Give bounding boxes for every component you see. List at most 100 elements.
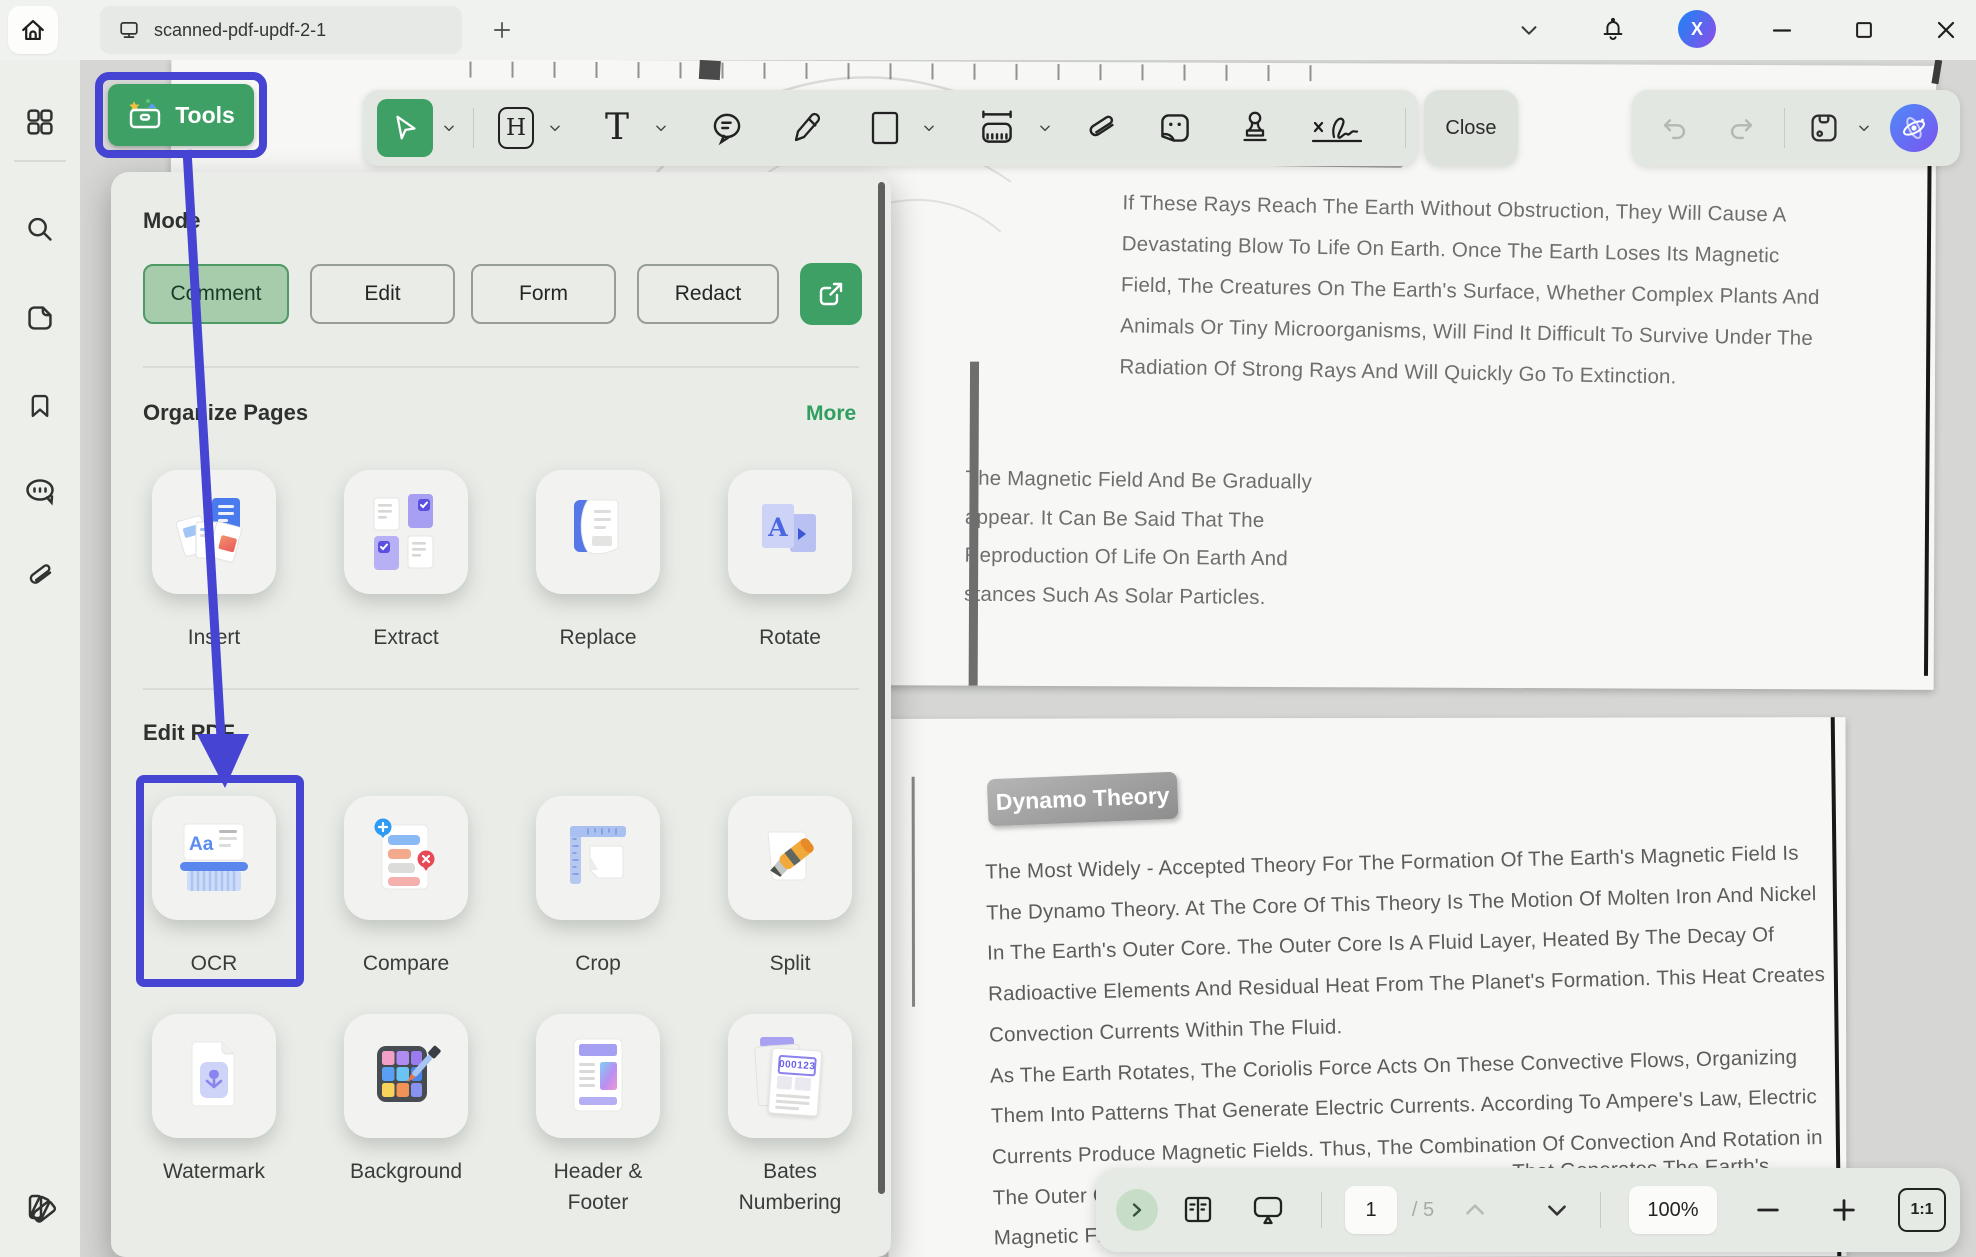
insert-tile[interactable] [152,470,276,594]
rotate-tile[interactable]: A [728,470,852,594]
minimize-button[interactable] [1764,14,1800,46]
highlight-tool-button[interactable]: H [493,90,539,166]
page-layout-button[interactable] [1174,1168,1222,1252]
mode-edit-label: Edit [364,282,400,306]
save-button[interactable] [1800,90,1848,166]
tab-title: scanned-pdf-updf-2-1 [154,20,326,41]
bates-numbering-tile[interactable]: 000123 [728,1014,852,1138]
document-tab[interactable]: scanned-pdf-updf-2-1 [100,6,462,54]
zoom-level-input[interactable]: 100% [1629,1186,1717,1234]
label-line: Bates [697,1156,883,1187]
statusbar-divider [1600,1192,1601,1228]
pages-panel-button[interactable] [20,298,60,338]
zoom-in-button[interactable] [1822,1168,1866,1252]
split-label: Split [697,948,883,979]
expand-statusbar-button[interactable] [1114,1168,1160,1252]
plus-icon [1830,1196,1858,1224]
toolbar-divider [473,108,474,148]
stamp-tool-button[interactable] [1229,90,1281,166]
crop-tile[interactable] [536,796,660,920]
page-number-input[interactable]: 1 [1345,1186,1397,1234]
split-tile[interactable] [728,796,852,920]
actual-size-button[interactable]: 1:1 [1896,1168,1948,1252]
palette-swatches-icon [20,1186,60,1226]
scan-corner-mark [1931,60,1942,84]
user-avatar[interactable]: X [1678,10,1716,48]
attach-file-tool-button[interactable] [1075,90,1127,166]
present-screen-icon [1247,1190,1289,1230]
close-toolbar-button[interactable]: Close [1424,90,1518,166]
redo-button[interactable] [1718,90,1766,166]
replace-tile[interactable] [536,470,660,594]
shape-tool-button[interactable] [863,90,907,166]
left-sidebar [0,60,80,1257]
measure-tool-dropdown[interactable] [1035,90,1055,166]
save-dropdown[interactable] [1854,90,1874,166]
appearance-palette-button[interactable] [20,1186,60,1226]
next-page-button[interactable] [1536,1168,1578,1252]
select-tool-button[interactable] [376,90,434,166]
open-mode-external-button[interactable] [800,263,862,325]
bookmarks-panel-button[interactable] [20,386,60,426]
comments-panel-button[interactable] [20,472,60,512]
ruler-icon [973,106,1021,150]
search-button[interactable] [20,210,60,250]
external-link-icon [816,279,846,309]
chevron-down-icon [1038,121,1052,135]
previous-page-button[interactable] [1454,1168,1496,1252]
mode-redact-button[interactable]: Redact [637,264,779,324]
close-window-button[interactable] [1928,14,1964,46]
tools-panel: Mode Comment Edit Form Redact Organize P… [111,172,891,1257]
sticker-smiley-icon [1154,107,1196,149]
thumbnails-panel-button[interactable] [20,102,60,142]
monitor-icon [116,17,142,43]
home-button[interactable] [8,6,58,54]
background-tile[interactable] [344,1014,468,1138]
pencil-tool-button[interactable] [781,90,833,166]
watermark-tile[interactable] [152,1014,276,1138]
select-tool-dropdown[interactable] [439,90,459,166]
rotate-icon: A [750,492,830,572]
mode-edit-button[interactable]: Edit [310,264,455,324]
page2-heading: Dynamo Theory [995,782,1170,816]
zoom-out-button[interactable] [1746,1168,1790,1252]
collapse-toolbar-button[interactable] [1512,14,1546,46]
avatar-initial: X [1691,19,1703,40]
organize-more-link[interactable]: More [806,402,856,426]
panel-scrollbar[interactable] [878,182,885,1194]
watermark-icon [174,1036,254,1116]
sticky-note-tool-button[interactable] [701,90,753,166]
paperclip-icon [1080,107,1122,149]
page-total-label: / 5 [1402,1168,1444,1252]
maximize-icon [1853,19,1875,41]
signature-tool-button[interactable] [1301,90,1373,166]
maximize-button[interactable] [1846,14,1882,46]
shape-tool-dropdown[interactable] [919,90,939,166]
background-label: Background [313,1156,499,1187]
notifications-button[interactable] [1594,10,1632,50]
highlight-tool-dropdown[interactable] [545,90,565,166]
undo-button[interactable] [1650,90,1698,166]
home-icon [16,13,50,47]
sticker-tool-button[interactable] [1149,90,1201,166]
chevron-down-icon [1857,121,1871,135]
text-tool-dropdown[interactable] [651,90,671,166]
ai-assistant-button[interactable] [1884,90,1944,166]
viewer-statusbar: 1 / 5 100% 1:1 [1096,1168,1960,1252]
label-line: Header & [505,1156,691,1187]
new-tab-button[interactable] [482,10,522,50]
redo-icon [1724,110,1760,146]
measure-tool-button[interactable] [967,90,1027,166]
compare-tile[interactable] [344,796,468,920]
crop-label: Crop [505,948,691,979]
mode-section-title: Mode [143,208,200,234]
attachments-panel-button[interactable] [20,556,60,596]
mode-comment-button[interactable]: Comment [143,264,289,324]
text-tool-button[interactable]: T [593,90,641,166]
tools-button[interactable]: Tools [108,84,254,146]
presentation-mode-button[interactable] [1242,1168,1294,1252]
page2-heading-badge: Dynamo Theory [987,772,1179,827]
mode-form-button[interactable]: Form [471,264,616,324]
extract-tile[interactable] [344,470,468,594]
header-footer-tile[interactable] [536,1014,660,1138]
